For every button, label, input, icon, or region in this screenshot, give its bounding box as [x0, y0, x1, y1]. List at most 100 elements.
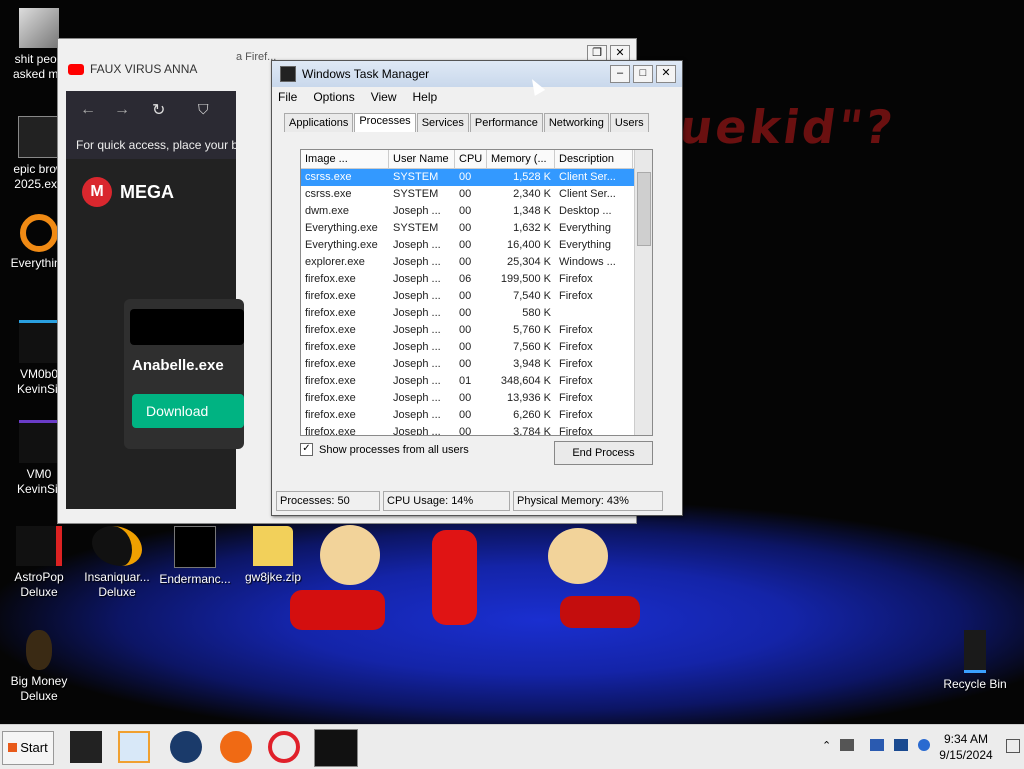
end-process-button[interactable]: End Process [554, 441, 653, 465]
tray-icon[interactable] [870, 739, 884, 751]
background-text: uekid"? [676, 100, 899, 154]
cell-mem: 199,500 K [500, 273, 551, 285]
task-manager-taskbar-icon[interactable] [314, 729, 358, 767]
table-row[interactable]: csrss.exe SYSTEM 00 2,340 K Client Ser... [301, 186, 652, 203]
folder-icon [19, 8, 59, 48]
vertical-scrollbar[interactable] [634, 150, 652, 435]
table-row[interactable]: firefox.exe Joseph ... 00 3,948 K Firefox [301, 356, 652, 373]
scroll-thumb[interactable] [637, 172, 651, 246]
column-user-name[interactable]: User Name [389, 150, 455, 168]
tab-users[interactable]: Users [609, 113, 649, 132]
desktop-icon-recycle-bin[interactable]: Recycle Bin [936, 630, 1014, 692]
column-image-name[interactable]: Image ... [301, 150, 389, 168]
tab-performance[interactable]: Performance [469, 113, 543, 132]
title-bar[interactable]: Windows Task Manager – □ ✕ [272, 61, 682, 87]
cell-desc: Firefox [559, 324, 593, 336]
cell-user: Joseph ... [393, 205, 441, 217]
windows-logo-icon [8, 743, 18, 752]
task-manager-window[interactable]: Windows Task Manager – □ ✕ File Options … [271, 60, 683, 516]
table-row[interactable]: explorer.exe Joseph ... 00 25,304 K Windows … [301, 254, 652, 271]
cell-image: firefox.exe [305, 341, 356, 353]
opera-icon[interactable] [268, 731, 300, 763]
table-row[interactable]: firefox.exe Joseph ... 00 580 K [301, 305, 652, 322]
firefox-icon[interactable] [220, 731, 252, 763]
magnifier-icon [20, 214, 58, 252]
cell-image: explorer.exe [305, 256, 365, 268]
taskbar-app-icon[interactable] [70, 731, 102, 763]
cell-mem: 25,304 K [506, 256, 551, 268]
cell-desc: Firefox [559, 375, 593, 387]
menu-help[interactable]: Help [413, 90, 438, 104]
table-row[interactable]: dwm.exe Joseph ... 00 1,348 K Desktop ... [301, 203, 652, 220]
start-button[interactable]: Start [2, 731, 54, 765]
desktop-icon-gw8jke-zip[interactable]: gw8jke.zip [234, 526, 312, 585]
process-list[interactable]: Image ... User Name CPU Memory (... Desc… [300, 149, 653, 436]
tray-icon[interactable] [840, 739, 854, 751]
show-all-checkbox[interactable]: ✓ [300, 443, 313, 456]
browser-tab[interactable]: FAUX VIRUS ANNA [68, 49, 197, 89]
column-memory[interactable]: Memory (... [487, 150, 555, 168]
monitor-icon[interactable] [894, 739, 908, 751]
table-row[interactable]: csrss.exe SYSTEM 00 1,528 K Client Ser... [301, 169, 652, 186]
vm-icon [19, 320, 59, 363]
file-card: Anabelle.exe Download [124, 299, 244, 449]
tab-applications[interactable]: Applications [284, 113, 354, 132]
desktop-icon-astropop[interactable]: AstroPop Deluxe [0, 526, 78, 600]
tab-processes[interactable]: Processes [354, 113, 416, 132]
table-row[interactable]: firefox.exe Joseph ... 06 199,500 K Firefox [301, 271, 652, 288]
menu-view[interactable]: View [371, 90, 397, 104]
status-memory: Physical Memory: 43% [513, 491, 663, 511]
table-row[interactable]: Everything.exe Joseph ... 00 16,400 K Everyt… [301, 237, 652, 254]
column-cpu[interactable]: CPU [455, 150, 487, 168]
table-row[interactable]: firefox.exe Joseph ... 00 7,540 K Firefox [301, 288, 652, 305]
cell-image: dwm.exe [305, 205, 350, 217]
table-row[interactable]: firefox.exe Joseph ... 01 348,604 K Firefox [301, 373, 652, 390]
cell-mem: 13,936 K [506, 392, 551, 404]
cell-mem: 3,948 K [513, 358, 551, 370]
globe-icon[interactable] [170, 731, 202, 763]
desktop-icon-big-money[interactable]: Big Money Deluxe [0, 630, 78, 704]
cell-image: firefox.exe [305, 358, 356, 370]
table-row[interactable]: firefox.exe Joseph ... 00 6,260 K Firefox [301, 407, 652, 424]
app-icon [18, 116, 60, 158]
cell-cpu: 00 [459, 171, 472, 183]
cell-mem: 1,528 K [513, 171, 551, 183]
table-row[interactable]: firefox.exe Joseph ... 00 7,560 K Firefox [301, 339, 652, 356]
cell-image: firefox.exe [305, 375, 356, 387]
clock[interactable]: 9:34 AM 9/15/2024 [936, 731, 996, 763]
menu-file[interactable]: File [278, 90, 297, 104]
minimize-icon[interactable]: – [610, 65, 630, 83]
cell-image: csrss.exe [305, 188, 352, 200]
forward-icon[interactable]: → [114, 101, 130, 119]
cell-user: Joseph ... [393, 426, 441, 436]
media-player-icon[interactable] [118, 731, 150, 763]
back-icon[interactable]: ← [80, 101, 96, 119]
cell-desc: Firefox [559, 273, 593, 285]
page-content: M MEGA Anabelle.exe Download [66, 159, 244, 509]
desktop-icon-endermanch[interactable]: Endermanc... [156, 526, 234, 587]
show-all-users[interactable]: ✓ Show processes from all users [300, 443, 469, 456]
cell-cpu: 00 [459, 256, 472, 268]
cell-user: Joseph ... [393, 341, 441, 353]
table-row[interactable]: firefox.exe Joseph ... 00 13,936 K Firefox [301, 390, 652, 407]
shield-icon[interactable]: ⛉ [198, 101, 209, 118]
download-button[interactable]: Download [132, 394, 244, 428]
table-row[interactable]: firefox.exe Joseph ... 00 3,784 K Firefox [301, 424, 652, 436]
speaker-icon[interactable] [918, 739, 930, 751]
cell-image: firefox.exe [305, 426, 356, 436]
desktop-icon-insaniquarium[interactable]: Insaniquar... Deluxe [78, 526, 156, 600]
menu-options[interactable]: Options [313, 90, 354, 104]
table-row[interactable]: firefox.exe Joseph ... 00 5,760 K Firefox [301, 322, 652, 339]
chevron-up-icon[interactable]: ⌃ [822, 739, 831, 752]
cell-image: firefox.exe [305, 290, 356, 302]
tab-services[interactable]: Services [416, 113, 469, 132]
maximize-icon[interactable]: □ [633, 65, 653, 83]
notification-icon[interactable] [1006, 739, 1020, 753]
table-row[interactable]: Everything.exe SYSTEM 00 1,632 K Everything [301, 220, 652, 237]
cell-desc: Everything [559, 239, 611, 251]
recycle-bin-icon [964, 630, 986, 673]
column-description[interactable]: Description [555, 150, 633, 168]
close-icon[interactable]: ✕ [656, 65, 676, 83]
tab-networking[interactable]: Networking [543, 113, 609, 132]
reload-icon[interactable]: ↻ [152, 100, 165, 120]
